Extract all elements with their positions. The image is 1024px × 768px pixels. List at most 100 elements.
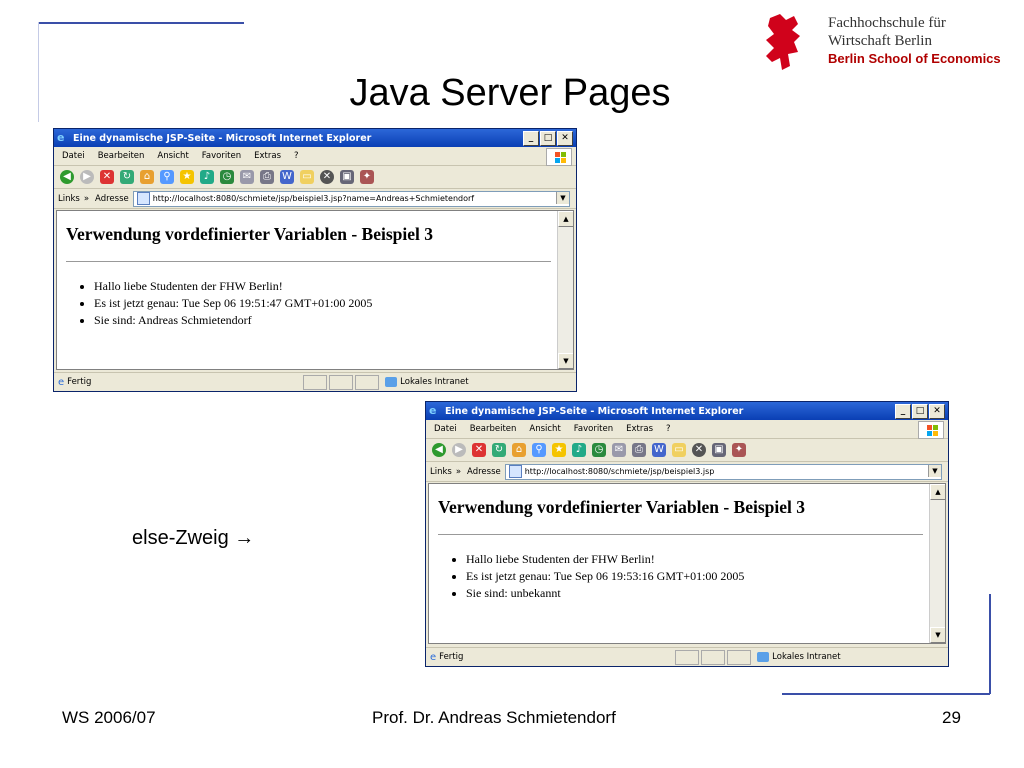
discuss-icon[interactable]: ▭ xyxy=(672,443,686,457)
minimize-button[interactable]: _ xyxy=(895,404,911,419)
mail-icon[interactable]: ✉ xyxy=(240,170,254,184)
list-item: Hallo liebe Studenten der FHW Berlin! xyxy=(466,551,945,568)
edit-icon[interactable]: W xyxy=(652,443,666,457)
zone-text: Lokales Intranet xyxy=(400,377,469,387)
list-item: Sie sind: unbekannt xyxy=(466,585,945,602)
discuss-icon[interactable]: ▭ xyxy=(300,170,314,184)
status-segment xyxy=(303,374,328,390)
ie-icon: e xyxy=(57,131,65,144)
messenger-icon[interactable]: ✕ xyxy=(692,443,706,457)
status-segment xyxy=(329,374,354,390)
close-button[interactable]: ✕ xyxy=(557,131,573,146)
research-icon[interactable]: ▣ xyxy=(340,170,354,184)
status-segment xyxy=(675,649,700,665)
links-label[interactable]: Links xyxy=(58,194,80,204)
minimize-button[interactable]: _ xyxy=(523,131,539,146)
right-vertical-rule xyxy=(989,594,991,694)
page-icon xyxy=(508,465,522,478)
else-branch-label: else-Zweig → xyxy=(132,527,255,549)
messenger-icon[interactable]: ✕ xyxy=(320,170,334,184)
history-icon[interactable]: ◷ xyxy=(220,170,234,184)
top-left-rule xyxy=(38,22,244,24)
toolbar: ◀ ▶ ✕ ↻ ⌂ ⚲ ★ ♪ ◷ ✉ ⎙ W ▭ ✕ ▣ ✦ xyxy=(426,439,948,462)
slide-title: Java Server Pages xyxy=(349,72,671,114)
search-icon[interactable]: ⚲ xyxy=(160,170,174,184)
menu-datei[interactable]: Datei xyxy=(434,424,457,434)
windows-flag-icon xyxy=(546,148,572,166)
stop-icon[interactable]: ✕ xyxy=(472,443,486,457)
status-page-icon: e xyxy=(430,651,437,663)
menu-help[interactable]: ? xyxy=(294,151,299,161)
search-icon[interactable]: ⚲ xyxy=(532,443,546,457)
menu-bearbeiten[interactable]: Bearbeiten xyxy=(98,151,145,161)
page-content: Verwendung vordefinierter Variablen - Be… xyxy=(428,483,946,644)
vertical-scrollbar[interactable]: ▲ ▼ xyxy=(929,484,945,643)
fhw-logo: Fachhochschule für Wirtschaft Berlin Ber… xyxy=(760,10,1024,80)
refresh-icon[interactable]: ↻ xyxy=(120,170,134,184)
maximize-button[interactable]: □ xyxy=(540,131,556,146)
print-icon[interactable]: ⎙ xyxy=(260,170,274,184)
menu-ansicht[interactable]: Ansicht xyxy=(157,151,188,161)
scroll-down-icon[interactable]: ▼ xyxy=(558,353,573,369)
links-label[interactable]: Links xyxy=(430,467,452,477)
favorites-icon[interactable]: ★ xyxy=(180,170,194,184)
intranet-icon xyxy=(385,377,398,387)
scroll-up-icon[interactable]: ▲ xyxy=(930,484,945,500)
menu-datei[interactable]: Datei xyxy=(62,151,85,161)
research-icon[interactable]: ▣ xyxy=(712,443,726,457)
print-icon[interactable]: ⎙ xyxy=(632,443,646,457)
refresh-icon[interactable]: ↻ xyxy=(492,443,506,457)
links-chevron-icon[interactable]: » xyxy=(84,194,89,204)
back-icon[interactable]: ◀ xyxy=(432,443,446,457)
address-input[interactable]: http://localhost:8080/schmiete/jsp/beisp… xyxy=(504,463,942,480)
vertical-scrollbar[interactable]: ▲ ▼ xyxy=(557,211,573,369)
mail-icon[interactable]: ✉ xyxy=(612,443,626,457)
forward-icon[interactable]: ▶ xyxy=(452,443,466,457)
page-divider xyxy=(438,534,923,535)
page-number: 29 xyxy=(942,708,961,727)
extra-tool-icon[interactable]: ✦ xyxy=(732,443,746,457)
address-input[interactable]: http://localhost:8080/schmiete/jsp/beisp… xyxy=(132,190,570,207)
status-segment xyxy=(355,374,380,390)
close-button[interactable]: ✕ xyxy=(929,404,945,419)
favorites-icon[interactable]: ★ xyxy=(552,443,566,457)
links-chevron-icon[interactable]: » xyxy=(456,467,461,477)
history-icon[interactable]: ◷ xyxy=(592,443,606,457)
home-icon[interactable]: ⌂ xyxy=(512,443,526,457)
stop-icon[interactable]: ✕ xyxy=(100,170,114,184)
media-icon[interactable]: ♪ xyxy=(200,170,214,184)
toolbar: ◀ ▶ ✕ ↻ ⌂ ⚲ ★ ♪ ◷ ✉ ⎙ W ▭ ✕ ▣ ✦ xyxy=(54,166,576,189)
page-icon xyxy=(136,192,150,205)
page-heading: Verwendung vordefinierter Variablen - Be… xyxy=(438,497,806,517)
address-dropdown-icon[interactable]: ▼ xyxy=(928,464,941,477)
menu-favoriten[interactable]: Favoriten xyxy=(202,151,241,161)
scroll-down-icon[interactable]: ▼ xyxy=(930,627,945,643)
menu-help[interactable]: ? xyxy=(666,424,671,434)
back-icon[interactable]: ◀ xyxy=(60,170,74,184)
ie-icon: e xyxy=(429,404,437,417)
berlin-bear-icon xyxy=(766,14,800,70)
status-bar: e Fertig Lokales Intranet xyxy=(54,372,576,391)
menu-ansicht[interactable]: Ansicht xyxy=(529,424,560,434)
menu-extras[interactable]: Extras xyxy=(254,151,281,161)
home-icon[interactable]: ⌂ xyxy=(140,170,154,184)
status-segment xyxy=(727,649,752,665)
edit-icon[interactable]: W xyxy=(280,170,294,184)
footer-left: WS 2006/07 xyxy=(62,708,156,727)
address-dropdown-icon[interactable]: ▼ xyxy=(556,191,569,204)
forward-icon[interactable]: ▶ xyxy=(80,170,94,184)
extra-tool-icon[interactable]: ✦ xyxy=(360,170,374,184)
scroll-up-icon[interactable]: ▲ xyxy=(558,211,573,227)
menu-favoriten[interactable]: Favoriten xyxy=(574,424,613,434)
maximize-button[interactable]: □ xyxy=(912,404,928,419)
logo-line-3: Berlin School of Economics xyxy=(828,51,1001,66)
menu-bearbeiten[interactable]: Bearbeiten xyxy=(470,424,517,434)
menu-bar: Datei Bearbeiten Ansicht Favoriten Extra… xyxy=(426,420,948,439)
address-label: Adresse xyxy=(95,193,129,204)
footer-center: Prof. Dr. Andreas Schmietendorf xyxy=(372,708,616,727)
media-icon[interactable]: ♪ xyxy=(572,443,586,457)
page-heading: Verwendung vordefinierter Variablen - Be… xyxy=(66,224,434,244)
list-item: Hallo liebe Studenten der FHW Berlin! xyxy=(94,278,573,295)
menu-extras[interactable]: Extras xyxy=(626,424,653,434)
zone-text: Lokales Intranet xyxy=(772,652,841,662)
